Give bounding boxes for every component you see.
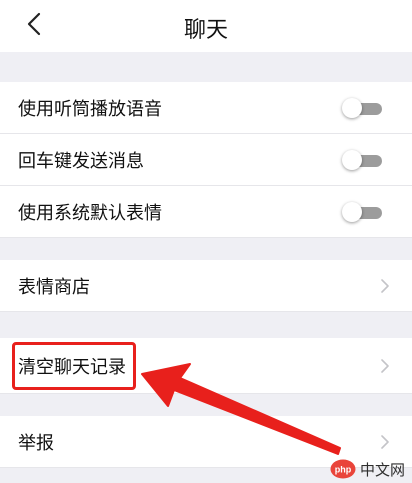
chevron-right-icon: [381, 279, 389, 293]
setting-row-system-emoji[interactable]: 使用系统默认表情: [0, 186, 412, 238]
system-emoji-toggle[interactable]: [342, 202, 382, 222]
toggle-thumb: [342, 150, 362, 170]
chevron-right-icon: [381, 435, 389, 449]
section-divider: [0, 52, 412, 82]
toggle-thumb: [342, 202, 362, 222]
setting-label: 使用系统默认表情: [18, 203, 162, 224]
setting-label: 使用听筒播放语音: [18, 99, 162, 120]
setting-row-earpiece-voice[interactable]: 使用听筒播放语音: [0, 82, 412, 134]
toggle-thumb: [342, 98, 362, 118]
enter-to-send-toggle[interactable]: [342, 150, 382, 170]
svg-text:php: php: [335, 465, 352, 475]
watermark: php 中文网: [330, 458, 408, 480]
highlight-box: [12, 342, 136, 390]
watermark-text: 中文网: [360, 461, 406, 479]
php-logo: php: [330, 459, 356, 479]
setting-row-enter-to-send[interactable]: 回车键发送消息: [0, 134, 412, 186]
setting-label: 回车键发送消息: [18, 151, 144, 172]
setting-row-sticker-store[interactable]: 表情商店: [0, 260, 412, 312]
chevron-right-icon: [381, 359, 389, 373]
page-title: 聊天: [183, 18, 228, 43]
section-divider: [0, 312, 412, 338]
section-divider: [0, 238, 412, 260]
earpiece-voice-toggle[interactable]: [342, 98, 382, 118]
setting-label: 表情商店: [18, 277, 90, 298]
chat-settings-screen: 聊天 使用听筒播放语音 回车键发送消息 使用系统默认表情 表情商店 清空聊天记录: [0, 0, 412, 483]
setting-label: 举报: [18, 433, 54, 454]
annotation-arrow: [141, 363, 341, 455]
navigation-bar: 聊天: [0, 0, 412, 52]
